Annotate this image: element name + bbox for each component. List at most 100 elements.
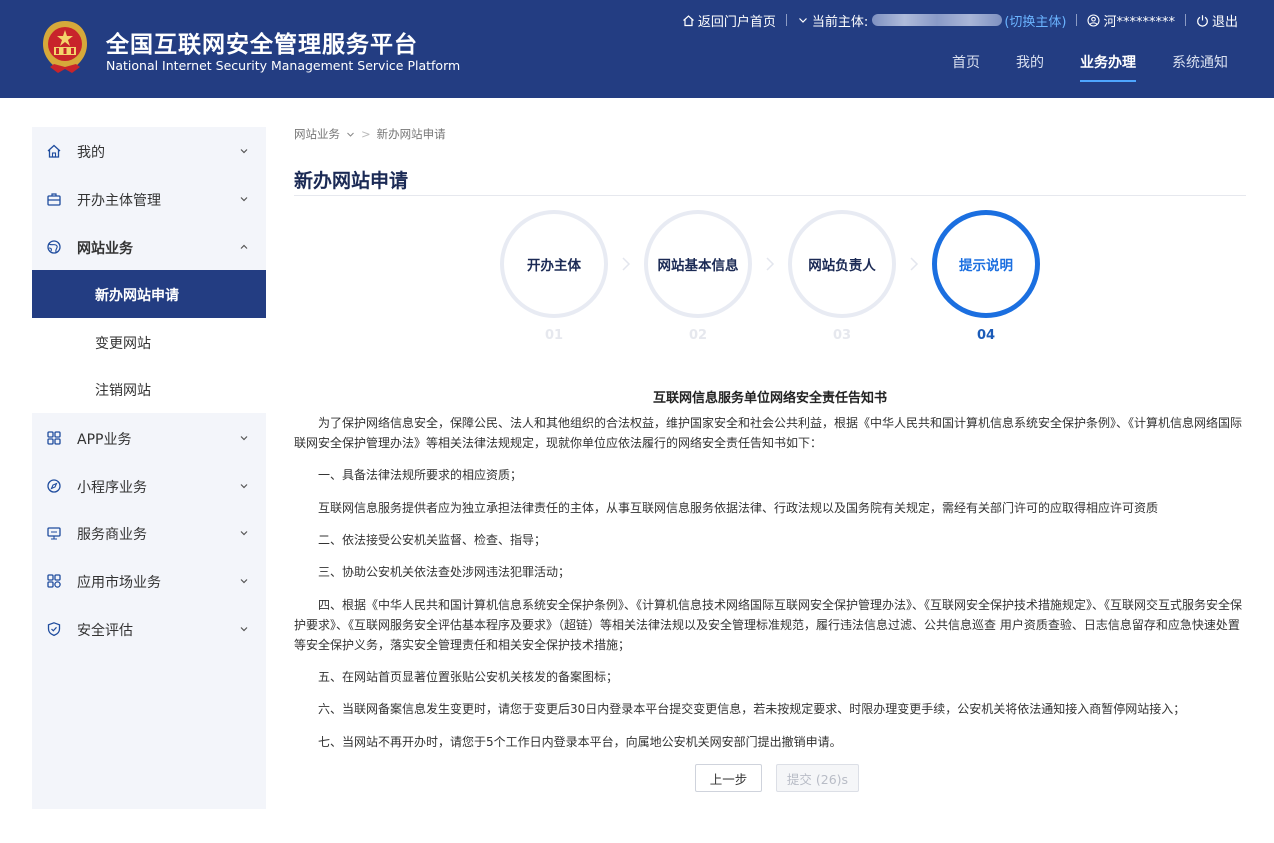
chevron-up-icon bbox=[240, 244, 248, 249]
divider bbox=[785, 14, 787, 26]
step-website-info: 网站基本信息 bbox=[644, 210, 752, 318]
document-title: 互联网信息服务单位网络安全责任告知书 bbox=[652, 391, 887, 406]
portal-home-label: 返回门户首页 bbox=[697, 14, 776, 30]
chevron-down-icon bbox=[240, 149, 248, 154]
sidebar-subitem-cancel-website[interactable]: 注销网站 bbox=[32, 365, 266, 413]
breadcrumb-current: 新办网站申请 bbox=[376, 127, 446, 141]
document-paragraph: 互联网信息服务提供者应为独立承担法律责任的主体，从事互联网信息服务依据法律、行政… bbox=[318, 501, 1159, 515]
briefcase-icon bbox=[47, 193, 61, 206]
national-emblem-icon bbox=[43, 21, 87, 73]
sidebar-subitem-label: 变更网站 bbox=[95, 336, 151, 352]
chevron-down-icon bbox=[240, 197, 248, 202]
submit-button[interactable]: 提交 (26)s bbox=[776, 764, 859, 792]
switch-entity-link[interactable]: (切换主体) bbox=[1004, 11, 1066, 30]
sidebar-item-label: 开办主体管理 bbox=[77, 193, 161, 209]
step-number: 01 bbox=[544, 328, 564, 343]
sidebar-subitem-new-website[interactable]: 新办网站申请 bbox=[32, 270, 266, 318]
document-paragraph: 二、依法接受公安机关监督、检查、指导； bbox=[318, 533, 547, 547]
home-icon bbox=[682, 14, 695, 27]
top-header: 全国互联网安全管理服务平台 National Internet Security… bbox=[0, 0, 1274, 98]
sidebar-item-label: 我的 bbox=[77, 145, 105, 161]
chevron-down-icon bbox=[347, 132, 354, 137]
sidebar-item-security-assessment[interactable]: 安全评估 bbox=[32, 605, 266, 653]
sidebar-item-miniprogram[interactable]: 小程序业务 bbox=[32, 462, 266, 510]
sidebar-item-label: 网站业务 bbox=[77, 241, 133, 257]
sidebar-subitem-change-website[interactable]: 变更网站 bbox=[32, 318, 266, 366]
chevron-down-icon bbox=[797, 14, 809, 26]
monitor-icon bbox=[47, 527, 61, 540]
chevron-right-icon bbox=[910, 257, 919, 271]
step-label: 网站基本信息 bbox=[657, 258, 739, 274]
chevron-down-icon bbox=[240, 627, 248, 632]
sidebar-item-entity-management[interactable]: 开办主体管理 bbox=[32, 175, 266, 223]
nav-business[interactable]: 业务办理 bbox=[1080, 52, 1136, 82]
page-title: 新办网站申请 bbox=[294, 170, 409, 192]
platform-subtitle: National Internet Security Management Se… bbox=[106, 58, 461, 73]
sidebar-item-label: 应用市场业务 bbox=[77, 575, 161, 591]
sidebar-subitem-label: 注销网站 bbox=[95, 383, 151, 399]
step-label: 开办主体 bbox=[527, 258, 581, 274]
compass-icon bbox=[47, 479, 61, 493]
document-paragraph: 七、当网站不再开办时，请您于5个工作日内登录本平台，向属地公安机关网安部门提出撤… bbox=[318, 735, 842, 749]
shield-check-icon bbox=[47, 622, 61, 637]
logout-button[interactable]: 退出 bbox=[1196, 11, 1238, 30]
entity-name-redacted bbox=[872, 14, 1003, 26]
top-utility-bar: 返回门户首页 当前主体: (切换主体) 河********* 退出 bbox=[682, 11, 1238, 30]
sidebar-item-app-market[interactable]: 应用市场业务 bbox=[32, 557, 266, 605]
step-notice: 提示说明 bbox=[932, 210, 1040, 318]
platform-title: 全国互联网安全管理服务平台 bbox=[106, 32, 418, 58]
apps-icon bbox=[47, 574, 61, 588]
sidebar-item-label: 安全评估 bbox=[77, 623, 133, 639]
document-paragraph: 四、根据《中华人民共和国计算机信息系统安全保护条例》、《计算机信息技术网络国际互… bbox=[294, 598, 1243, 652]
sidebar-item-label: 服务商业务 bbox=[77, 527, 147, 543]
logout-label: 退出 bbox=[1211, 14, 1238, 30]
step-number: 04 bbox=[976, 328, 996, 343]
sidebar-item-label: 小程序业务 bbox=[77, 480, 147, 496]
previous-step-button[interactable]: 上一步 bbox=[695, 764, 762, 792]
step-label: 提示说明 bbox=[959, 258, 1013, 274]
step-website-owner: 网站负责人 bbox=[788, 210, 896, 318]
user-account[interactable]: 河********* bbox=[1087, 11, 1175, 30]
sidebar-item-mine[interactable]: 我的 bbox=[32, 127, 266, 175]
document-paragraph: 三、协助公安机关依法查处涉网违法犯罪活动； bbox=[318, 565, 571, 579]
portal-home-link[interactable]: 返回门户首页 bbox=[682, 11, 776, 30]
document-paragraph: 为了保护网络信息安全，保障公民、法人和其他组织的合法权益，维护国家安全和社会公共… bbox=[294, 416, 1243, 450]
home-icon bbox=[47, 144, 61, 158]
entity-label: 当前主体: bbox=[811, 14, 869, 30]
user-icon bbox=[1087, 13, 1101, 27]
grid-icon bbox=[47, 431, 61, 445]
sidebar-item-app[interactable]: APP业务 bbox=[32, 414, 266, 462]
document-paragraph: 一、具备法律法规所要求的相应资质； bbox=[318, 468, 523, 482]
main-nav: 首页 我的 业务办理 系统通知 bbox=[952, 52, 1228, 82]
chevron-down-icon bbox=[240, 579, 248, 584]
step-number: 03 bbox=[832, 328, 852, 343]
chevron-down-icon bbox=[240, 436, 248, 441]
globe-icon bbox=[47, 240, 61, 254]
sidebar-subitem-label: 新办网站申请 bbox=[95, 288, 179, 304]
step-label: 网站负责人 bbox=[808, 258, 876, 274]
step-entity: 开办主体 bbox=[500, 210, 608, 318]
user-name: 河********* bbox=[1103, 14, 1175, 30]
sidebar-item-website[interactable]: 网站业务 bbox=[32, 223, 266, 271]
document-paragraph: 五、在网站首页显著位置张贴公安机关核发的备案图标； bbox=[318, 670, 619, 684]
breadcrumb-parent[interactable]: 网站业务 bbox=[294, 126, 340, 142]
chevron-right-icon bbox=[622, 257, 631, 271]
chevron-right-icon bbox=[766, 257, 775, 271]
website-submenu: 新办网站申请 变更网站 注销网站 bbox=[32, 270, 266, 413]
nav-mine[interactable]: 我的 bbox=[1016, 52, 1044, 82]
sidebar-item-service-provider[interactable]: 服务商业务 bbox=[32, 509, 266, 557]
document-paragraph: 六、当联网备案信息发生变更时，请您于变更后30日内登录本平台提交变更信息，若未按… bbox=[318, 702, 1186, 716]
title-divider bbox=[294, 195, 1246, 196]
chevron-down-icon bbox=[240, 531, 248, 536]
divider bbox=[1076, 14, 1078, 26]
power-icon bbox=[1196, 14, 1209, 27]
sidebar: 我的 开办主体管理 网站业务 新办网站申请 变更网站 注销网站 APP业务 小程… bbox=[32, 127, 266, 809]
step-number: 02 bbox=[688, 328, 708, 343]
breadcrumb-separator: > bbox=[361, 127, 371, 141]
divider bbox=[1184, 14, 1186, 26]
nav-notifications[interactable]: 系统通知 bbox=[1172, 52, 1228, 82]
entity-selector[interactable]: 当前主体: (切换主体) bbox=[797, 11, 1066, 30]
sidebar-item-label: APP业务 bbox=[77, 432, 132, 448]
breadcrumb: 网站业务 > 新办网站申请 bbox=[294, 126, 446, 142]
nav-home[interactable]: 首页 bbox=[952, 52, 980, 82]
